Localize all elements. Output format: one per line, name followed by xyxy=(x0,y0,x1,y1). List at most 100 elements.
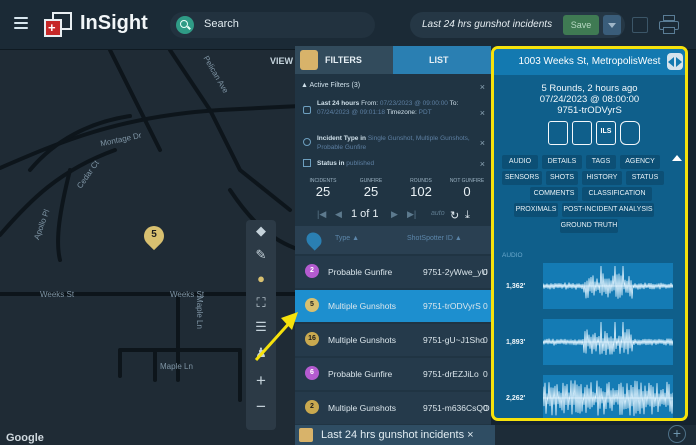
audio-waveform[interactable] xyxy=(543,375,673,418)
col-shotspotter-id[interactable]: ShotSpotter ID ▲ xyxy=(407,235,462,242)
detail-tab-agency[interactable]: AGENCY xyxy=(620,155,660,169)
camera-icon[interactable] xyxy=(620,121,640,145)
tab-list[interactable]: LIST xyxy=(393,46,491,74)
search-input[interactable]: Search xyxy=(204,18,239,30)
date-filter[interactable]: Last 24 hours From: 07/23/2023 @ 09:00:0… xyxy=(317,99,473,117)
collapse-icon[interactable] xyxy=(672,155,682,161)
layers-icon[interactable]: ◆ xyxy=(251,222,271,240)
google-logo: Google xyxy=(6,432,44,444)
print-icon[interactable] xyxy=(659,15,679,35)
detail-tab-comments[interactable]: COMMENTS xyxy=(530,187,578,201)
list-icon[interactable]: ☰ xyxy=(251,318,271,336)
zoom-in-button[interactable]: + xyxy=(251,372,271,390)
detail-tab-history[interactable]: HISTORY xyxy=(582,171,622,185)
audio-waveform[interactable] xyxy=(543,319,673,365)
street-label: Maple Ln xyxy=(194,296,204,329)
save-button[interactable]: Save xyxy=(563,15,599,35)
pin-column-icon xyxy=(303,229,325,251)
detail-tab-shots[interactable]: SHOTS xyxy=(546,171,578,185)
incident-map-pin[interactable]: 5 xyxy=(139,221,169,252)
incident-detail-panel: 1003 Weeks St, MetropolisWest 5 Rounds, … xyxy=(491,46,688,421)
remove-type-filter-icon[interactable]: × xyxy=(480,138,485,148)
filter-dropdown-button[interactable] xyxy=(603,15,621,35)
stat-gunfire: GUNFIRE 25 xyxy=(359,178,383,199)
refresh-icon[interactable]: ↻ xyxy=(450,209,459,222)
incident-list-row[interactable]: 16 Multiple Gunshots 9751-gU~J1Sho 0 xyxy=(295,324,491,356)
status-filter-icon xyxy=(303,159,311,167)
street-view-icon[interactable]: ♟ xyxy=(251,344,271,362)
col-type[interactable]: Type ▲ xyxy=(335,235,359,242)
row-trailing-value: 0 xyxy=(483,267,488,277)
bottom-filter-tab[interactable]: Last 24 hrs gunshot incidents × xyxy=(295,425,495,445)
menu-icon[interactable] xyxy=(14,17,28,29)
download-icon[interactable]: ⤓ xyxy=(465,209,470,222)
detail-tab-details[interactable]: DETAILS xyxy=(542,155,582,169)
detail-tab-classification[interactable]: CLASSIFICATION xyxy=(582,187,652,201)
incident-list-row[interactable]: 6 Probable Gunfire 9751-drEZJiLo 0 xyxy=(295,358,491,390)
first-page-icon[interactable]: |◀ xyxy=(317,209,326,220)
next-page-icon[interactable]: ▶ xyxy=(391,209,398,220)
tab-filters[interactable]: FILTERS xyxy=(295,46,393,74)
detail-tab-post-incident-analysis[interactable]: POST-INCIDENT ANALYSIS xyxy=(562,203,654,217)
incident-panel: FILTERS LIST ▲ Active Filters (3) × Last… xyxy=(295,46,491,445)
search-icon xyxy=(176,16,194,34)
row-trailing-value: 0 xyxy=(483,335,488,345)
fullscreen-icon[interactable]: ⛶ xyxy=(251,294,271,312)
remove-date-filter-icon[interactable]: × xyxy=(480,108,485,118)
incident-id: 9751-trODVyrS xyxy=(557,105,622,116)
top-bar: + InSight Search Last 24 hrs gunshot inc… xyxy=(0,0,696,50)
audio-sensor-distance: 1,893' xyxy=(506,339,526,346)
incident-list-row[interactable]: 5 Multiple Gunshots 9751-trODVyrS 0 xyxy=(295,290,491,322)
filter-tab-icon xyxy=(300,50,318,70)
last-page-icon[interactable]: ▶| xyxy=(407,209,416,220)
detail-tab-tags[interactable]: TAGS xyxy=(586,155,616,169)
detail-tab-audio[interactable]: AUDIO xyxy=(502,155,538,169)
audio-waveform[interactable] xyxy=(543,263,673,309)
search-box[interactable]: Search xyxy=(170,12,375,38)
row-trailing-value: 0 xyxy=(483,403,488,413)
shotspotter-id: 9751-gU~J1Sho xyxy=(423,335,485,345)
location-filter-icon xyxy=(303,138,311,146)
round-count-badge: 16 xyxy=(305,332,319,346)
draw-icon[interactable]: ✎ xyxy=(251,246,271,264)
map-toolstrip: ◆ ✎ ● ⛶ ☰ ♟ + − xyxy=(246,220,276,430)
view-toggle[interactable]: VIEW xyxy=(270,56,293,66)
zoom-out-button[interactable]: − xyxy=(251,398,271,416)
round-count-badge: 2 xyxy=(305,400,319,414)
incident-type: Multiple Gunshots xyxy=(328,301,397,311)
prev-next-incident-icon[interactable] xyxy=(667,53,683,70)
clipboard-icon[interactable] xyxy=(548,121,568,145)
round-count-badge: 2 xyxy=(305,264,319,278)
incident-type-filter[interactable]: Incident Type in Single Gunshot, Multipl… xyxy=(317,134,473,152)
pager: |◀ ◀ 1 of 1 ▶ ▶| auto ↻ ⤓ xyxy=(295,206,491,222)
incident-list-row[interactable]: 2 Probable Gunfire 9751-2yWwe_yU 0 xyxy=(295,256,491,288)
detail-tab-sensors[interactable]: SENSORS xyxy=(502,171,542,185)
status-filter[interactable]: Status in published xyxy=(317,159,473,168)
filter-name: Last 24 hrs gunshot incidents xyxy=(422,19,553,30)
add-tab-button[interactable]: + xyxy=(668,425,686,443)
shotspotter-id: 9751-trODVyrS xyxy=(423,301,481,311)
calendar-icon[interactable] xyxy=(632,17,648,33)
tag-icon[interactable]: ● xyxy=(251,270,271,288)
list-column-header: Type ▲ ShotSpotter ID ▲ xyxy=(295,226,491,254)
incident-type: Multiple Gunshots xyxy=(328,335,397,345)
detail-tab-proximals[interactable]: PROXIMALS xyxy=(514,203,558,217)
street-label: Maple Ln xyxy=(160,362,193,371)
detail-tab-ground-truth[interactable]: GROUND TRUTH xyxy=(560,219,618,233)
stat-rounds: ROUNDS 102 xyxy=(410,178,432,199)
ils-icon[interactable]: ILS xyxy=(596,121,616,145)
page-indicator: 1 of 1 xyxy=(351,208,379,220)
incident-type: Multiple Gunshots xyxy=(328,403,397,413)
stat-incidents: INCIDENTS 25 xyxy=(309,178,337,199)
remove-status-filter-icon[interactable]: × xyxy=(480,159,485,169)
bottom-bar xyxy=(495,425,696,445)
row-trailing-value: 0 xyxy=(483,301,488,311)
clear-filters-icon[interactable]: × xyxy=(480,82,485,92)
prev-page-icon[interactable]: ◀ xyxy=(335,209,342,220)
round-count-badge: 5 xyxy=(305,298,319,312)
insight-logo-icon: + xyxy=(44,12,74,38)
active-filters-header[interactable]: ▲ Active Filters (3) xyxy=(301,82,360,89)
incident-list-row[interactable]: 2 Multiple Gunshots 9751-m636CsQO 0 xyxy=(295,392,491,424)
share-icon[interactable] xyxy=(572,121,592,145)
detail-tab-status[interactable]: STATUS xyxy=(626,171,664,185)
